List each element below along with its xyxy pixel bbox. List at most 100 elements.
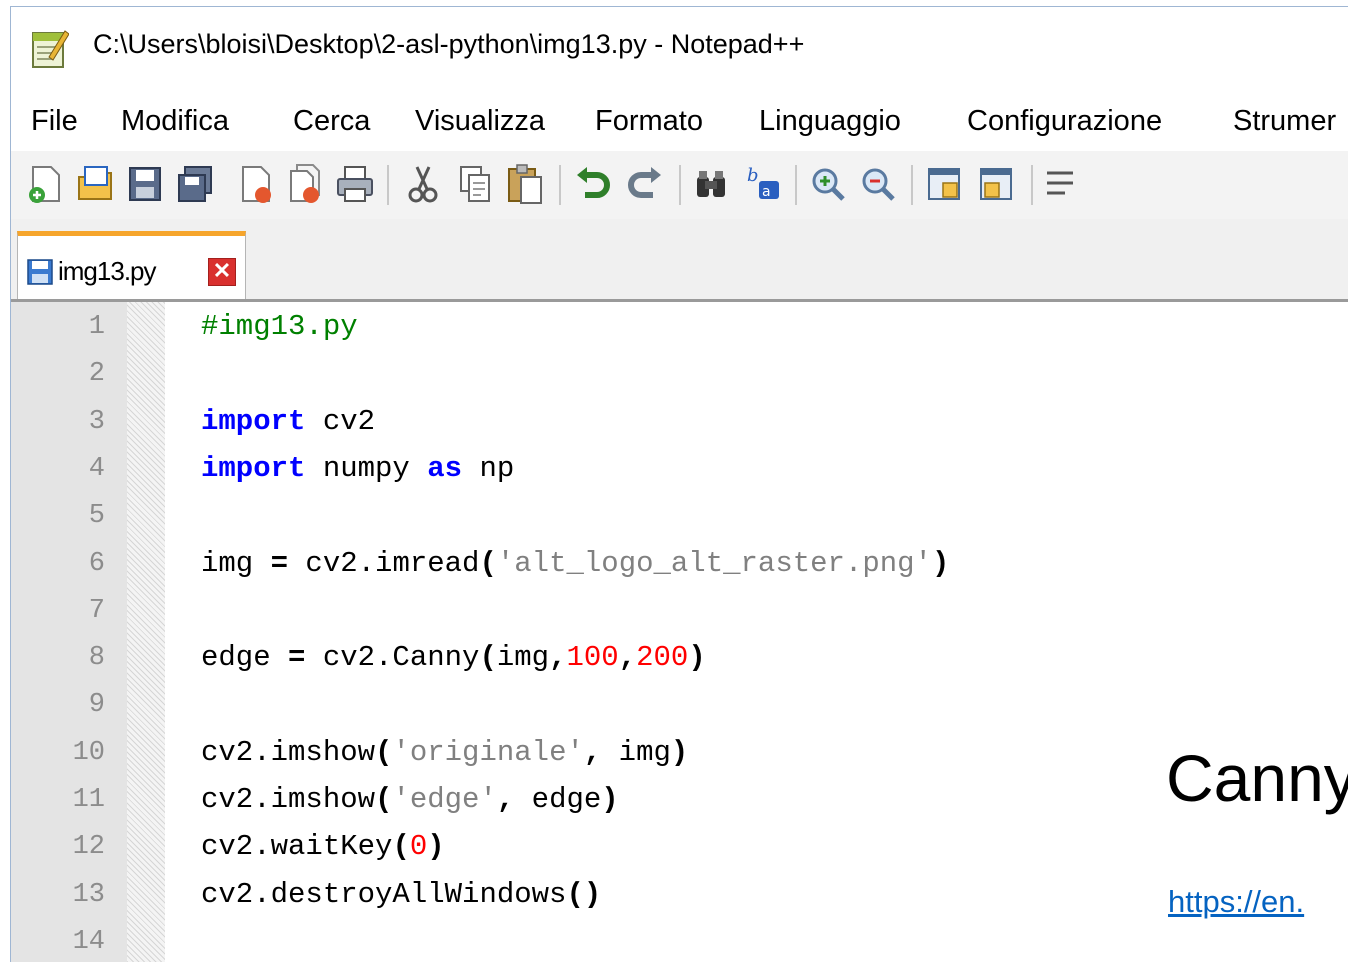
slide-heading: Canny (1166, 741, 1348, 815)
open-file-icon[interactable] (75, 163, 115, 205)
line-number: 9 (88, 690, 105, 721)
line-number: 10 (72, 737, 105, 768)
code-token: ( (479, 546, 497, 580)
find-icon[interactable] (691, 163, 731, 205)
code-token: 'alt_logo_alt_raster.png' (496, 546, 932, 580)
code-token: np (462, 451, 515, 485)
menu-modifica[interactable]: Modifica (121, 105, 229, 138)
replace-icon[interactable]: ba (743, 163, 783, 205)
menu-strumenti[interactable]: Strumer (1233, 105, 1336, 138)
zoom-out-icon[interactable] (859, 163, 899, 205)
line-number: 14 (72, 926, 105, 957)
title-bar: C:\Users\bloisi\Desktop\2-asl-python\img… (11, 7, 1348, 95)
menu-bar: File Modifica Cerca Visualizza Formato L… (11, 95, 1348, 151)
sync-horizontal-icon[interactable] (977, 163, 1017, 205)
code-token: cv2.waitKey (201, 830, 393, 864)
code-token: 100 (566, 641, 619, 675)
menu-configurazione[interactable]: Configurazione (967, 105, 1162, 138)
code-token: cv2.imshow (201, 783, 376, 816)
new-file-icon[interactable] (25, 163, 65, 205)
menu-linguaggio[interactable]: Linguaggio (759, 105, 901, 138)
code-token: cv2.destroyAllWindows (201, 877, 567, 911)
fold-margin (127, 302, 165, 962)
toolbar: ba (11, 151, 1348, 220)
tab-label: img13.py (58, 256, 156, 286)
tab-img13-py[interactable]: img13.py ✕ (17, 231, 246, 299)
code-line: import cv2 (201, 405, 375, 438)
line-number: 8 (88, 643, 105, 674)
close-all-icon[interactable] (285, 163, 325, 205)
save-icon[interactable] (125, 163, 165, 205)
sync-vertical-icon[interactable] (925, 163, 965, 205)
copy-icon[interactable] (455, 163, 495, 205)
slide-link[interactable]: https://en. (1168, 884, 1304, 920)
line-number: 7 (88, 595, 105, 626)
code-line: cv2.imshow('edge', edge) (201, 783, 619, 816)
close-tab-icon[interactable]: ✕ (208, 258, 236, 286)
svg-text:a: a (762, 184, 771, 200)
code-token: cv2.imshow (201, 735, 376, 769)
code-token: img (201, 546, 271, 580)
toolbar-separator (559, 165, 561, 205)
code-token: , (618, 641, 637, 675)
code-token: edge (201, 641, 289, 675)
code-line: img = cv2.imread('alt_logo_alt_raster.pn… (201, 547, 949, 580)
line-number: 5 (88, 501, 105, 532)
menu-cerca[interactable]: Cerca (293, 105, 370, 138)
menu-file[interactable]: File (31, 105, 78, 138)
code-token: cv2 (305, 404, 376, 438)
code-token: ( (392, 830, 410, 864)
saved-file-icon (27, 259, 53, 285)
word-wrap-icon[interactable] (1043, 163, 1083, 205)
line-number: 2 (88, 359, 105, 390)
menu-formato[interactable]: Formato (595, 105, 703, 138)
code-token: import (201, 404, 306, 438)
code-token: 200 (636, 641, 689, 675)
line-number-gutter: 1 2 3 4 5 6 7 8 9 10 11 12 13 14 (11, 302, 127, 962)
code-token: 'edge' (392, 783, 497, 816)
code-token: img (601, 735, 671, 769)
toolbar-separator (795, 165, 797, 205)
code-token: edge (514, 783, 602, 816)
undo-icon[interactable] (573, 163, 613, 205)
code-token: () (566, 877, 602, 911)
cut-icon[interactable] (403, 163, 443, 205)
line-number: 12 (72, 832, 105, 863)
code-token: ) (670, 735, 689, 769)
code-token: , (583, 735, 602, 769)
window-title: C:\Users\bloisi\Desktop\2-asl-python\img… (93, 29, 805, 59)
line-number: 11 (72, 785, 105, 815)
code-token: = (288, 641, 306, 675)
code-token: cv2.Canny (305, 641, 480, 675)
code-line: import numpy as np (201, 452, 514, 485)
code-token: img (496, 641, 550, 675)
code-token: ( (479, 641, 497, 675)
code-line: cv2.destroyAllWindows() (201, 878, 601, 911)
code-token: ( (375, 735, 393, 769)
code-token: 0 (409, 830, 428, 864)
notepad-app-icon (32, 30, 69, 68)
code-line: #img13.py (201, 310, 358, 343)
zoom-in-icon[interactable] (809, 163, 849, 205)
menu-visualizza[interactable]: Visualizza (415, 105, 545, 138)
close-file-icon[interactable] (235, 163, 275, 205)
redo-icon[interactable] (625, 163, 665, 205)
code-token: numpy (305, 451, 428, 485)
tab-bar: img13.py ✕ (11, 219, 1348, 302)
line-number: 3 (88, 406, 105, 437)
code-editor[interactable]: 1 2 3 4 5 6 7 8 9 10 11 12 13 14 #img13.py import cv2 i… (11, 302, 1348, 962)
code-token: import (201, 451, 306, 485)
code-line: cv2.waitKey(0) (201, 830, 445, 863)
code-token: , (549, 641, 567, 675)
code-token: ( (375, 783, 393, 816)
save-all-icon[interactable] (175, 163, 215, 205)
paste-icon[interactable] (505, 163, 545, 205)
code-token: ) (688, 641, 706, 675)
code-token: #img13.py (201, 310, 358, 343)
code-token: = (270, 546, 289, 580)
svg-text:b: b (747, 165, 759, 186)
code-token: ) (427, 830, 445, 864)
toolbar-separator (1031, 165, 1033, 205)
toolbar-separator (911, 165, 913, 205)
print-icon[interactable] (335, 163, 375, 205)
